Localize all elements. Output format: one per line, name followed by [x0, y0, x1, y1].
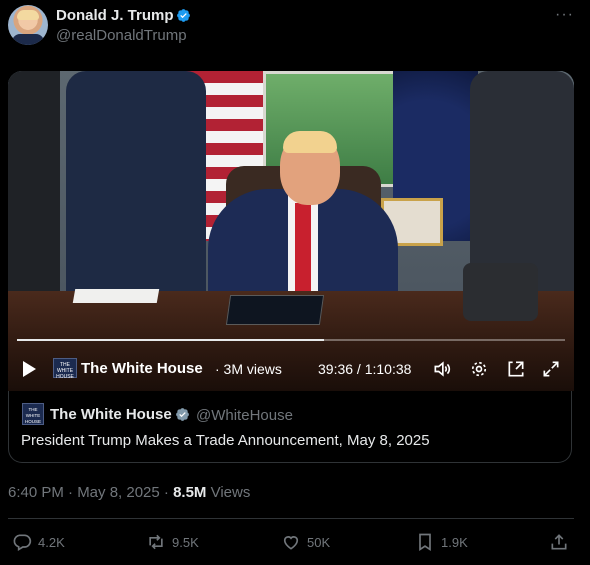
share-button[interactable] [549, 531, 569, 553]
quoted-author-name[interactable]: The White House [50, 406, 172, 423]
author-handle[interactable]: @realDonaldTrump [56, 27, 187, 44]
divider [8, 518, 574, 519]
bookmark-button[interactable]: 1.9K [415, 531, 468, 553]
heart-icon [283, 536, 299, 550]
author-avatar[interactable] [8, 5, 48, 45]
fullscreen-icon[interactable] [541, 359, 561, 379]
post-views-label: Views [206, 484, 251, 501]
verified-badge-icon [177, 9, 190, 22]
channel-name[interactable]: The White House [81, 360, 203, 377]
share-icon [551, 534, 567, 550]
like-button[interactable]: 50K [281, 531, 330, 553]
quoted-post-text: President Trump Makes a Trade Announceme… [21, 432, 430, 449]
volume-icon[interactable] [432, 359, 452, 379]
settings-gear-icon[interactable] [469, 359, 489, 379]
channel-logo[interactable]: THE WHITE HOUSE [53, 358, 77, 380]
bookmark-count: 1.9K [441, 534, 468, 550]
bookmark-icon [419, 533, 431, 552]
repost-button[interactable]: 9.5K [146, 531, 199, 553]
pip-icon[interactable] [506, 359, 526, 379]
quoted-author-logo[interactable]: THE WHITE HOUSE [22, 403, 44, 425]
video-time: 39:36 / 1:10:38 [318, 361, 412, 377]
play-icon[interactable] [23, 361, 36, 377]
repost-count: 9.5K [172, 534, 199, 550]
author-name[interactable]: Donald J. Trump [56, 7, 174, 24]
view-count: · 3M views [215, 361, 282, 377]
verified-badge-icon [176, 408, 189, 421]
quoted-author-handle[interactable]: @WhiteHouse [196, 407, 293, 424]
post-view-count: 8.5M [173, 484, 207, 501]
reply-button[interactable]: 4.2K [12, 531, 65, 553]
more-options-icon[interactable]: ··· [555, 6, 574, 24]
repost-icon [149, 534, 163, 550]
post-timestamp[interactable]: 6:40 PM · May 8, 2025 · [8, 484, 173, 501]
like-count: 50K [307, 534, 331, 550]
video-controls: THE WHITE HOUSE The White House · 3M vie… [8, 350, 574, 390]
reply-count: 4.2K [38, 534, 65, 550]
quoted-post-card[interactable]: THE WHITE HOUSE The White House @WhiteHo… [8, 391, 572, 463]
post-meta: 6:40 PM · May 8, 2025 · 8.5M Views [8, 484, 250, 501]
reply-icon [13, 534, 32, 551]
video-player[interactable] [8, 71, 574, 391]
video-progress-fill[interactable] [17, 339, 324, 341]
